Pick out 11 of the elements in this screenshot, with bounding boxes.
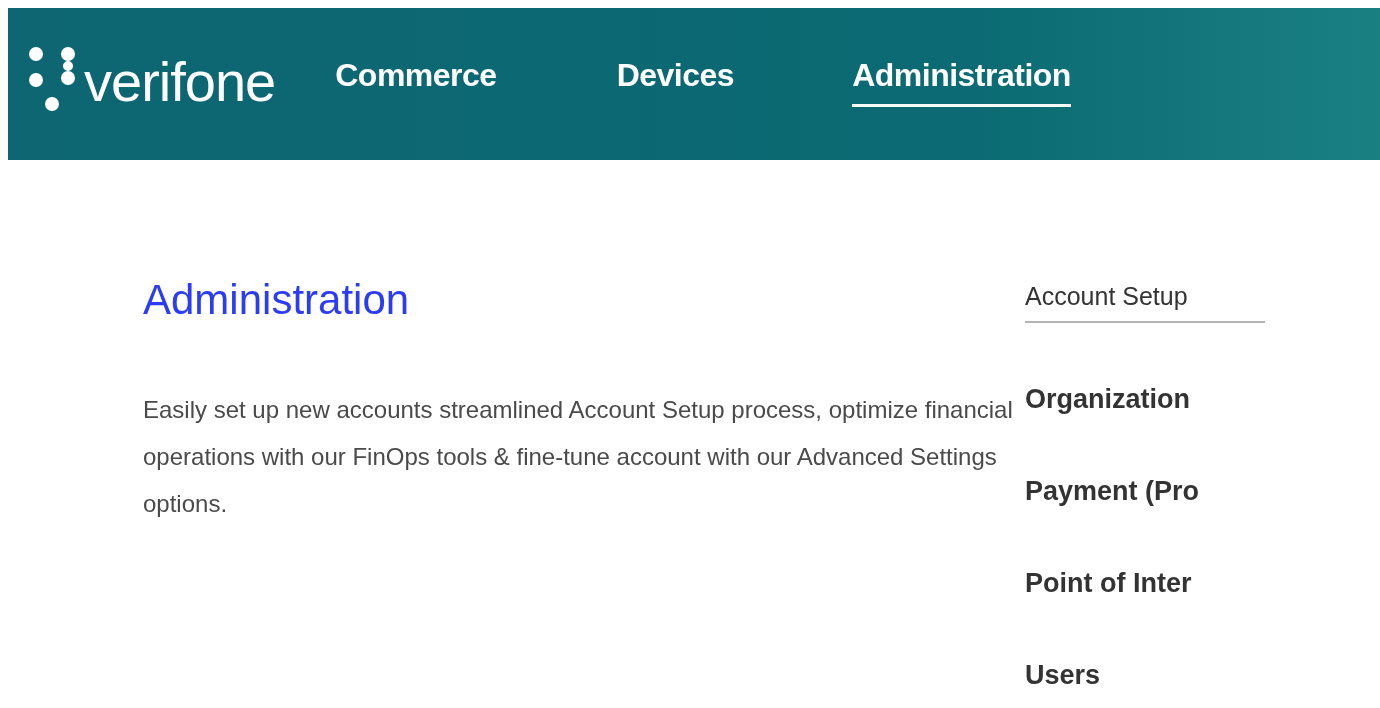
side-panel-link[interactable]: Users bbox=[1025, 659, 1285, 691]
page-title: Administration bbox=[143, 275, 411, 325]
nav-tab[interactable]: Administration bbox=[852, 51, 1071, 107]
side-panel-link[interactable]: Organization bbox=[1025, 383, 1285, 415]
side-panel-link[interactable]: Payment (Pro bbox=[1025, 475, 1285, 507]
side-panel-heading: Account Setup bbox=[1025, 282, 1265, 323]
nav-tab[interactable]: Devices bbox=[616, 51, 735, 107]
side-panel-link[interactable]: Point of Inter bbox=[1025, 567, 1285, 599]
logo-wordmark: verifone bbox=[84, 54, 276, 110]
nav-tab[interactable]: Commerce bbox=[335, 51, 497, 107]
page-description: Easily set up new accounts streamlined Account Setup process, optimize financial operations with our FinOps tools & fine-tune account with our Advanced Settings options. bbox=[143, 395, 1014, 519]
